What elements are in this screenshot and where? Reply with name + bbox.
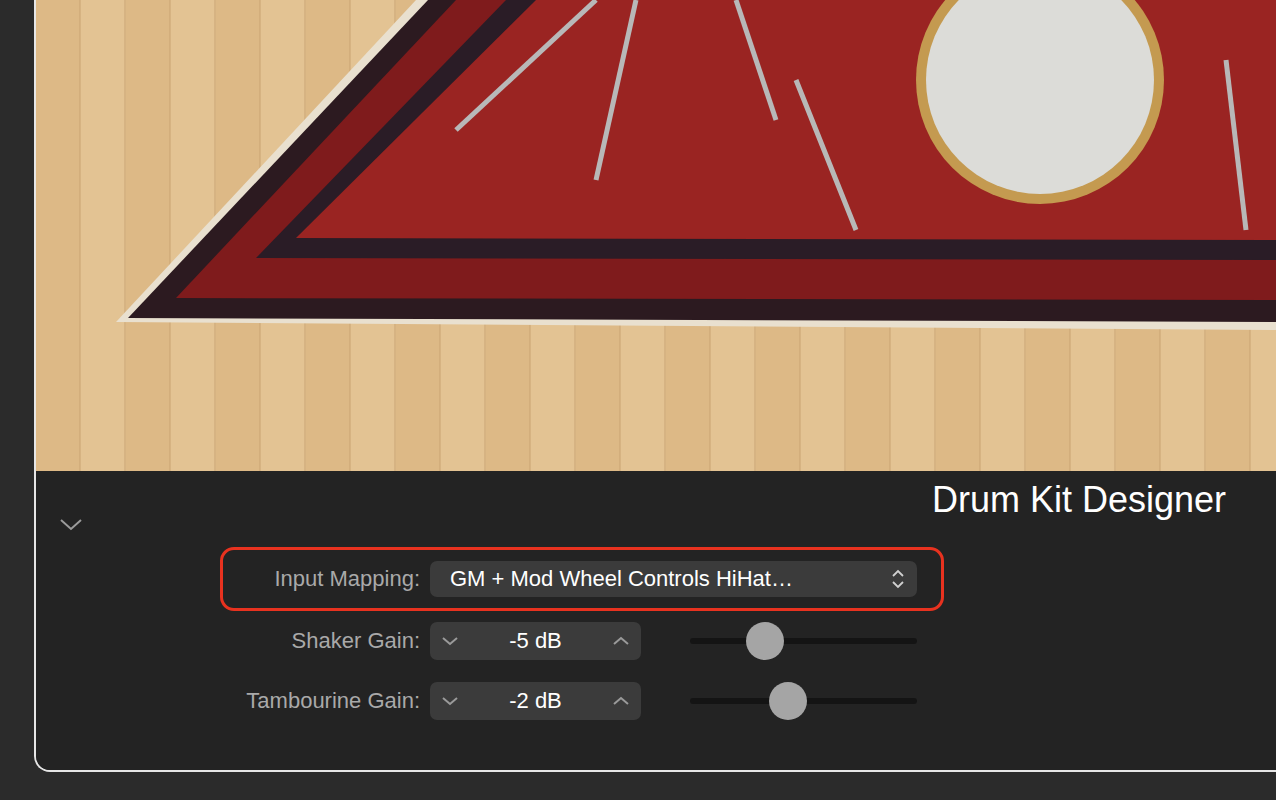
gain-stepper[interactable]: -5 dB [430, 622, 641, 660]
increment-chevron-icon[interactable] [611, 694, 631, 708]
controls-panel: Drum Kit Designer Input Mapping: GM + Mo… [36, 471, 1276, 770]
decrement-chevron-icon[interactable] [440, 694, 460, 708]
drum-kit-image [36, 0, 1276, 471]
dropdown-value: GM + Mod Wheel Controls HiHat… [450, 566, 793, 592]
plugin-title: Drum Kit Designer [932, 479, 1226, 521]
updown-arrows-icon [891, 568, 905, 590]
slider-track [690, 638, 917, 644]
gain-label: Tambourine Gain: [223, 688, 420, 714]
slider-knob[interactable] [746, 622, 784, 660]
input-mapping-label: Input Mapping: [223, 566, 420, 592]
gain-label: Shaker Gain: [223, 628, 420, 654]
plugin-window: Drum Kit Designer Input Mapping: GM + Mo… [34, 0, 1276, 772]
increment-chevron-icon[interactable] [611, 634, 631, 648]
gain-slider[interactable] [690, 681, 917, 721]
input-mapping-dropdown[interactable]: GM + Mod Wheel Controls HiHat… [430, 561, 917, 597]
input-mapping-row: Input Mapping: GM + Mod Wheel Controls H… [220, 547, 944, 611]
gain-stepper[interactable]: -2 dB [430, 682, 641, 720]
slider-knob[interactable] [769, 682, 807, 720]
gain-row: Tambourine Gain: -2 dB [220, 671, 944, 731]
gain-slider[interactable] [690, 621, 917, 661]
panel-header: Drum Kit Designer [36, 471, 1276, 547]
settings-form: Input Mapping: GM + Mod Wheel Controls H… [36, 547, 1276, 731]
screen: Drum Kit Designer Input Mapping: GM + Mo… [0, 0, 1276, 800]
collapse-chevron-icon[interactable] [58, 516, 84, 532]
gain-reading: -5 dB [509, 628, 562, 654]
gain-row: Shaker Gain: -5 dB [220, 611, 944, 671]
decrement-chevron-icon[interactable] [440, 634, 460, 648]
gain-reading: -2 dB [509, 688, 562, 714]
drum-kit-image-icon [36, 0, 1276, 471]
